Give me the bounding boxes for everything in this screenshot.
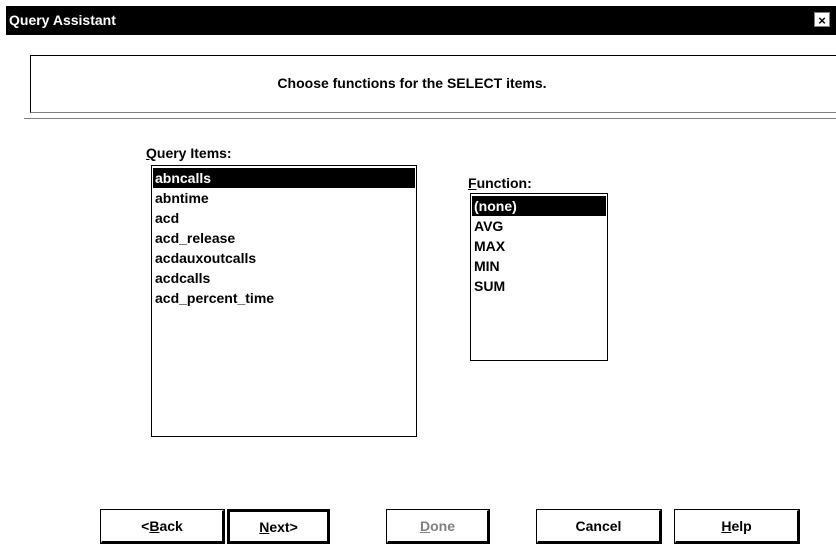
next-button[interactable]: Next> xyxy=(227,509,330,544)
instruction-text: Choose functions for the SELECT items. xyxy=(277,75,547,91)
title-bar: Query Assistant × xyxy=(6,6,836,35)
function-label: Function: xyxy=(468,175,532,191)
query-item[interactable]: acd_release xyxy=(153,228,415,248)
function-listbox[interactable]: (none) AVG MAX MIN SUM xyxy=(470,193,608,361)
function-option[interactable]: AVG xyxy=(472,216,606,236)
header-divider xyxy=(24,118,836,119)
query-item[interactable]: abncalls xyxy=(153,168,415,188)
function-option[interactable]: (none) xyxy=(472,196,606,216)
function-option[interactable]: SUM xyxy=(472,276,606,296)
done-button[interactable]: Done xyxy=(386,509,490,544)
close-button[interactable]: × xyxy=(814,12,830,28)
back-button[interactable]: <Back xyxy=(100,509,225,544)
help-button[interactable]: Help xyxy=(674,509,800,544)
function-option[interactable]: MIN xyxy=(472,256,606,276)
query-items-label: Query Items: xyxy=(146,145,232,161)
window-title: Query Assistant xyxy=(9,12,116,28)
query-item[interactable]: acd_percent_time xyxy=(153,288,415,308)
function-option[interactable]: MAX xyxy=(472,236,606,256)
close-icon: × xyxy=(818,13,826,28)
query-item[interactable]: abntime xyxy=(153,188,415,208)
query-item[interactable]: acd xyxy=(153,208,415,228)
query-item[interactable]: acdauxoutcalls xyxy=(153,248,415,268)
query-items-listbox[interactable]: abncalls abntime acd acd_release acdauxoutca… xyxy=(151,165,417,437)
dialog-body: Choose functions for the SELECT items. Q… xyxy=(6,35,836,557)
query-item[interactable]: acdcalls xyxy=(153,268,415,288)
cancel-button[interactable]: Cancel xyxy=(536,509,662,544)
